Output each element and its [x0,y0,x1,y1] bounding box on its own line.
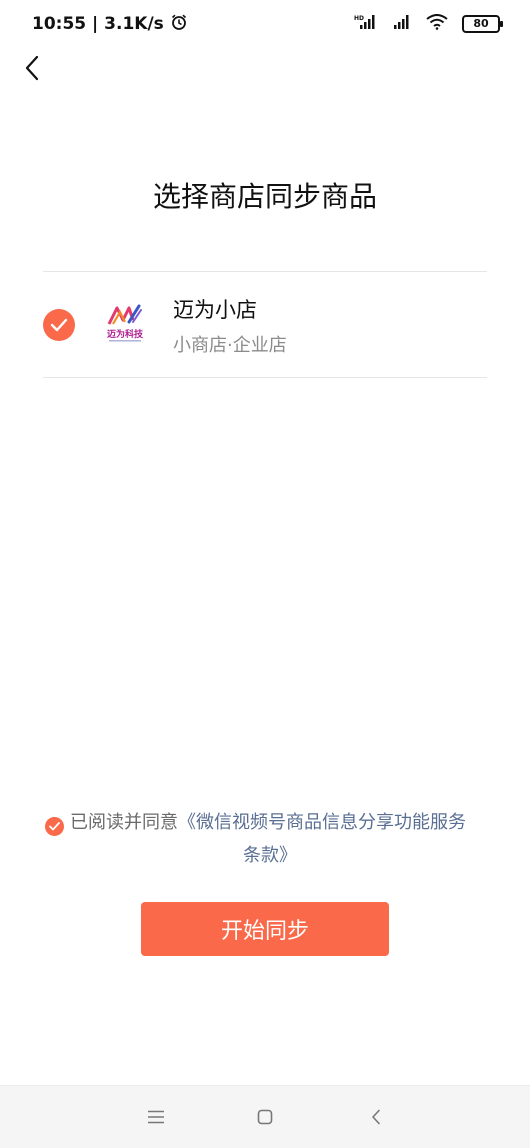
page-title: 选择商店同步商品 [152,180,377,213]
store-type: 小商店·企业店 [173,335,287,356]
time-and-speed: 10:55 | 3.1K/s [32,14,164,34]
back-button[interactable] [18,55,46,85]
chevron-left-icon [24,55,40,85]
battery-icon: 80 [462,15,503,33]
agreement-link-cont[interactable]: 条款》 [45,839,495,872]
store-logo: 迈为科技 [103,300,147,344]
agreement-link[interactable]: 《微信视频号商品信息分享功能服务 [178,812,466,833]
home-icon[interactable] [253,1105,277,1129]
agreement: 已阅读并同意《微信视频号商品信息分享功能服务 条款》 [45,806,495,872]
store-list-item[interactable]: 迈为科技 迈为小店 小商店·企业店 [43,272,487,377]
battery-level: 80 [473,17,489,30]
screen: 10:55 | 3.1K/s HD 80 选择商店同步商品 迈为科技 迈为小店 … [0,0,530,1148]
wifi-icon [426,13,448,35]
status-bar: 10:55 | 3.1K/s HD 80 [0,0,530,48]
hd-signal-icon: HD [354,14,376,35]
back-icon[interactable] [364,1105,388,1129]
menu-icon[interactable] [144,1105,168,1129]
svg-text:迈为科技: 迈为科技 [107,328,144,340]
alarm-icon [170,13,188,36]
agree-check-icon[interactable] [45,817,64,836]
status-left: 10:55 | 3.1K/s [32,13,188,36]
svg-text:HD: HD [354,15,364,22]
agreement-prefix: 已阅读并同意 [70,812,178,833]
signal-icon [390,14,412,35]
start-sync-button[interactable]: 开始同步 [141,902,389,956]
status-right: HD 80 [354,13,503,35]
navigation-bar [0,1085,530,1148]
selected-check-icon[interactable] [43,309,75,341]
divider-bottom [43,377,487,378]
store-name: 迈为小店 [173,298,257,322]
